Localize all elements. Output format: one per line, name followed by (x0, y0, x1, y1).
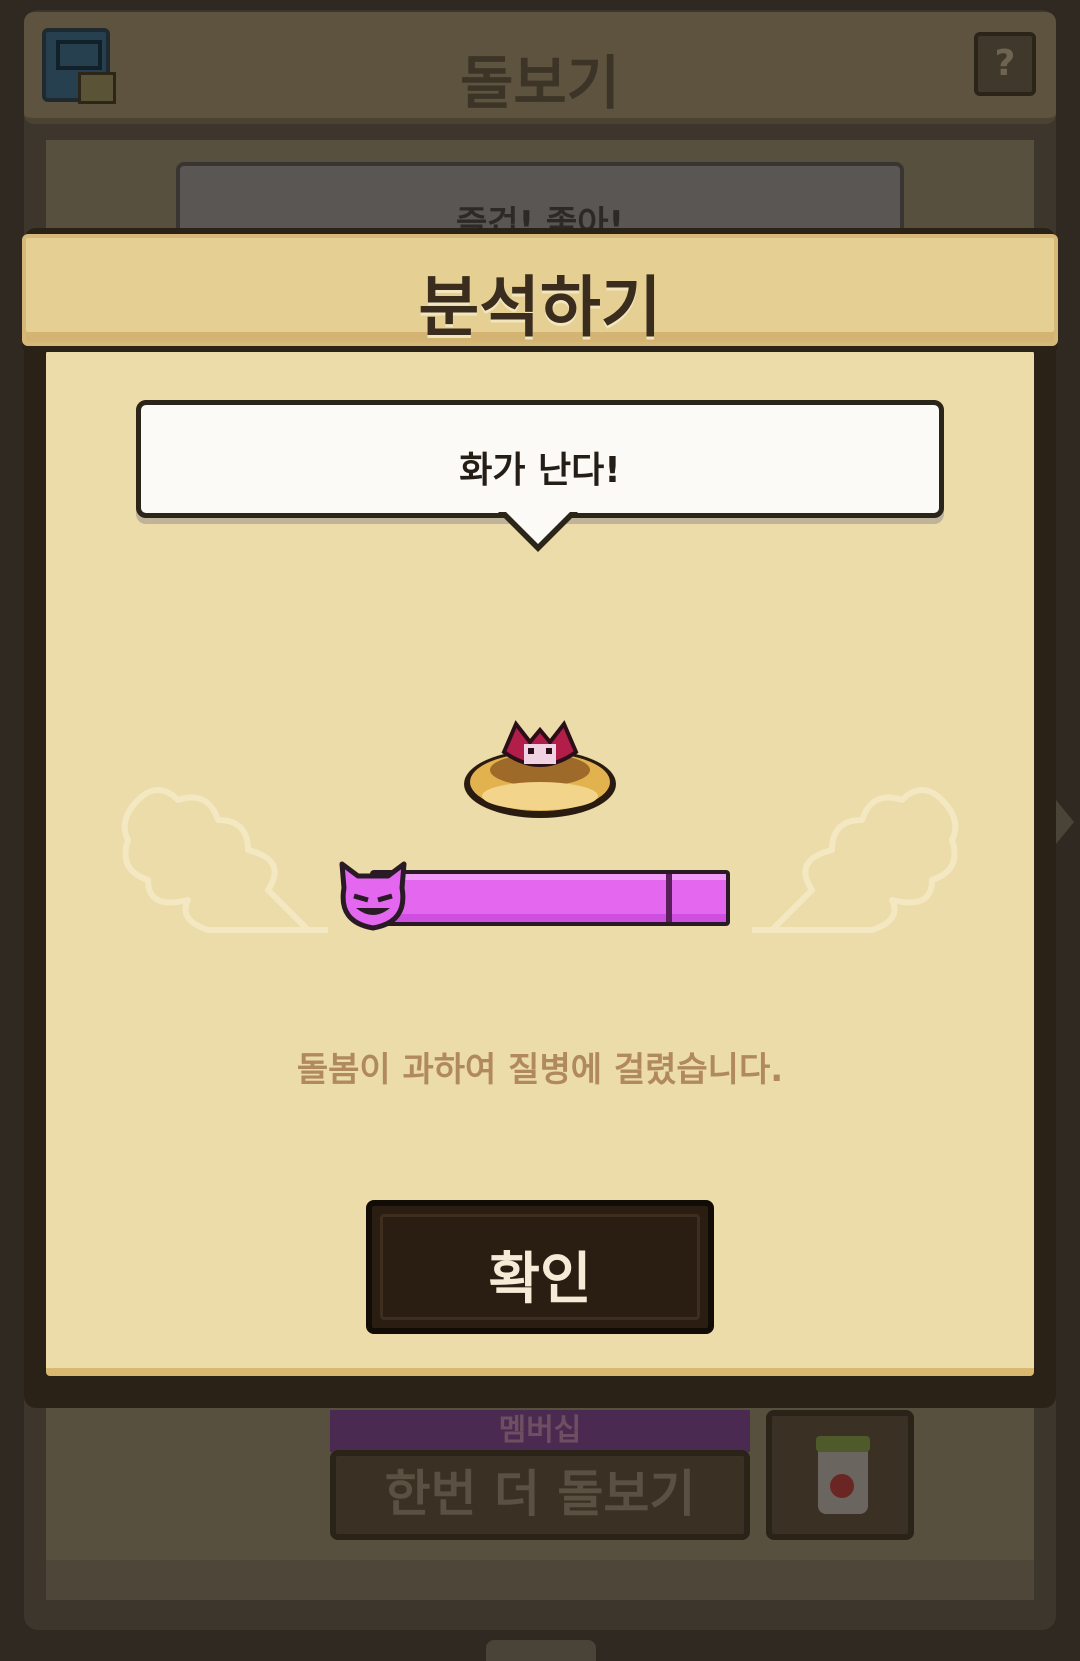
background-bottom-tab (486, 1640, 596, 1661)
mood-bar (370, 870, 730, 926)
modal-header: 분석하기 (22, 234, 1058, 346)
background-header: 돌보기 (24, 12, 1056, 124)
mood-bar-marker (666, 874, 672, 922)
confirm-button[interactable]: 확인 (366, 1200, 714, 1334)
speech-bubble: 화가 난다! (136, 400, 944, 518)
background-title: 돌보기 (459, 49, 621, 117)
apple-jar-icon (816, 1436, 870, 1514)
jar-button (766, 1410, 914, 1540)
confirm-button-label: 확인 (488, 1247, 592, 1312)
pet-in-nest-icon (464, 720, 616, 818)
leaf-decoration-left-icon (121, 787, 328, 933)
leaf-decoration-right-icon (752, 787, 959, 933)
help-button: ? (974, 32, 1036, 96)
notebook-icon (42, 28, 116, 104)
side-arrow-icon (1056, 800, 1074, 844)
membership-label: 멤버십 (330, 1410, 750, 1452)
result-message: 돌봄이 과하여 질병에 걸렸습니다. (296, 1050, 784, 1090)
devil-face-icon (339, 861, 407, 931)
speech-tail-inner (504, 510, 572, 544)
background-bottom-bar (46, 1560, 1034, 1600)
mood-bar-fill (374, 874, 726, 922)
care-again-button: 한번 더 돌보기 (330, 1450, 750, 1540)
modal-title: 분석하기 (418, 269, 662, 346)
speech-text: 화가 난다! (459, 450, 621, 491)
